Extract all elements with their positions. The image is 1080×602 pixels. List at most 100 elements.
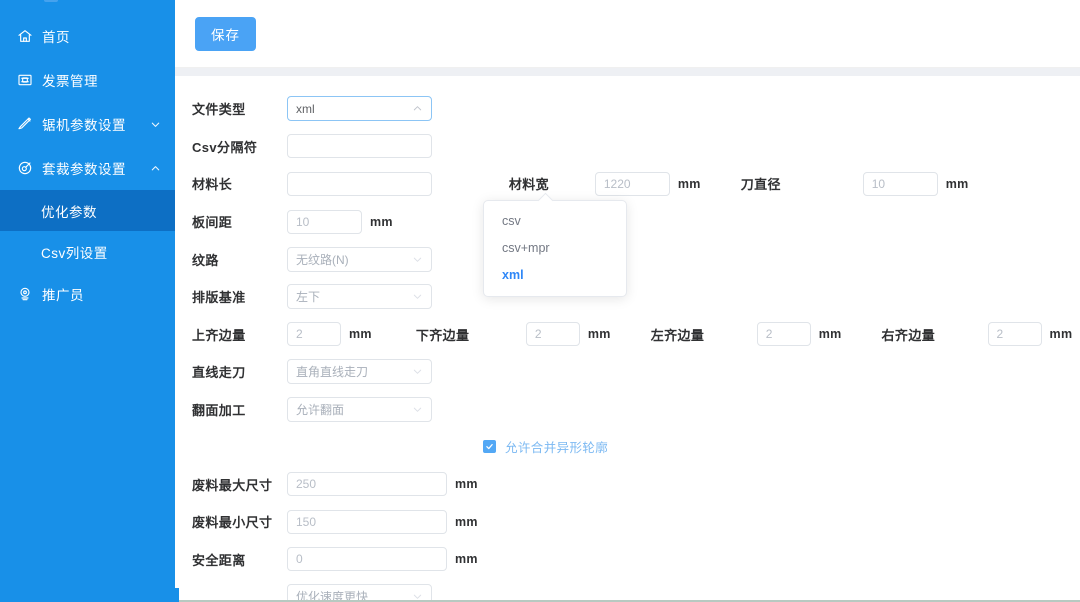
file-type-value: xml xyxy=(296,101,315,116)
file-type-dropdown-menu: csv csv+mpr xml xyxy=(483,200,627,297)
scrap-min-unit: mm xyxy=(455,514,478,529)
board-gap-input[interactable] xyxy=(287,209,362,234)
file-type-label: 文件类型 xyxy=(192,102,246,118)
margin-left-input[interactable] xyxy=(756,322,811,347)
dropdown-option-xml[interactable]: xml xyxy=(484,261,626,288)
scrap-max-input[interactable] xyxy=(287,472,447,497)
scrap-max-unit: mm xyxy=(455,477,478,492)
board-gap-unit: mm xyxy=(370,214,393,229)
chevron-down-icon xyxy=(149,118,161,130)
merge-contour-label[interactable]: 允许合并异形轮廓 xyxy=(505,437,608,456)
toolbar: 保存 xyxy=(175,0,1080,68)
margin-bottom-label: 下齐边量 xyxy=(415,327,470,343)
form-row-layout-datum: 排版基准 左下 xyxy=(175,278,1080,316)
form-row-optimize-mode: 优化速度更快 xyxy=(175,578,1080,602)
straight-cut-label: 直线走刀 xyxy=(192,365,246,381)
sidebar-subitem-label: Csv列设置 xyxy=(41,245,108,261)
sidebar-item-home[interactable]: 首页 xyxy=(0,14,175,58)
form-row-straight-cut: 直线走刀 直角直线走刀 xyxy=(175,353,1080,391)
csv-separator-input[interactable] xyxy=(287,134,432,159)
straight-cut-select[interactable]: 直角直线走刀 xyxy=(287,359,432,385)
invoice-icon xyxy=(16,72,33,89)
material-length-input[interactable] xyxy=(287,171,432,196)
form-row-margins: 上齐边量 mm 下齐边量 mm 左齐边量 mm 右齐边量 mm xyxy=(175,316,1080,354)
dropdown-option-csv-mpr[interactable]: csv+mpr xyxy=(484,234,626,261)
straight-cut-value: 直角直线走刀 xyxy=(296,365,369,380)
margin-bottom-input[interactable] xyxy=(525,322,580,347)
grain-label: 纹路 xyxy=(192,252,219,268)
safe-distance-unit: mm xyxy=(455,552,478,567)
sidebar-top-stub xyxy=(0,0,175,14)
sidebar-item-nesting-params[interactable]: 套裁参数设置 xyxy=(0,146,175,190)
merge-contour-checkbox[interactable] xyxy=(483,440,496,454)
form-row-material-dims: 材料长 mm 材料宽 mm 刀直径 mm xyxy=(175,165,1080,203)
form-row-grain: 纹路 无纹路(N) xyxy=(175,240,1080,278)
form-row-scrap-max: 废料最大尺寸 mm xyxy=(175,465,1080,503)
margin-top-label: 上齐边量 xyxy=(192,327,246,343)
material-width-input[interactable] xyxy=(594,171,670,196)
knife-diameter-input[interactable] xyxy=(862,171,938,196)
safe-distance-input[interactable] xyxy=(287,547,447,572)
csv-separator-label: Csv分隔符 xyxy=(192,139,258,155)
optimize-params-form: 文件类型 xml Csv分隔符 材料长 mm 材料宽 xyxy=(175,76,1080,602)
margin-top-unit: mm xyxy=(349,327,372,342)
layout-datum-value: 左下 xyxy=(296,290,321,305)
form-row-safe-distance: 安全距离 mm xyxy=(175,541,1080,579)
grain-select[interactable]: 无纹路(N) xyxy=(287,246,432,272)
form-row-board-gap: 板间距 mm xyxy=(175,203,1080,241)
sidebar-item-invoice[interactable]: 发票管理 xyxy=(0,58,175,102)
flip-process-select[interactable]: 允许翻面 xyxy=(287,397,432,423)
margin-right-label: 右齐边量 xyxy=(881,327,936,343)
safe-distance-label: 安全距离 xyxy=(192,552,246,568)
board-gap-label: 板间距 xyxy=(192,215,233,231)
layout-datum-label: 排版基准 xyxy=(192,290,246,306)
main-content: 保存 文件类型 xml Csv分隔符 材料长 材料宽 1220 mm 刀直径 1… xyxy=(175,0,1080,602)
sidebar-item-label: 发票管理 xyxy=(42,74,98,89)
margin-left-label: 左齐边量 xyxy=(650,327,705,343)
sidebar-subitem-csv-columns[interactable]: Csv列设置 xyxy=(0,231,175,272)
layout-datum-select[interactable]: 左下 xyxy=(287,284,432,310)
flip-process-label: 翻面加工 xyxy=(192,403,246,419)
sidebar-item-label: 锯机参数设置 xyxy=(42,118,126,133)
chevron-up-icon xyxy=(411,103,423,115)
home-icon xyxy=(16,28,33,45)
sidebar-item-promoter[interactable]: 推广员 xyxy=(0,272,175,316)
form-row-scrap-min: 废料最小尺寸 mm xyxy=(175,503,1080,541)
bottom-left-marker xyxy=(175,588,179,602)
sidebar-subitem-optimize-params[interactable]: 优化参数 xyxy=(0,190,175,231)
margin-bottom-unit: mm xyxy=(587,327,611,342)
chevron-down-icon xyxy=(411,253,423,265)
target-icon xyxy=(16,160,33,177)
form-row-csv-separator: Csv分隔符 xyxy=(175,128,1080,166)
app-root: 首页 发票管理 锯机参数设置 套裁参数设置 优化参数 Csv列设置 推广员 保存… xyxy=(0,0,1080,602)
sidebar-item-label: 推广员 xyxy=(42,288,84,303)
knife-diameter-label: 刀直径 xyxy=(740,177,781,193)
knife-diameter-unit: mm xyxy=(945,176,969,191)
form-row-merge-contour: 允许合并异形轮廓 xyxy=(175,428,1080,465)
grain-value: 无纹路(N) xyxy=(296,252,349,267)
form-row-file-type: 文件类型 xml xyxy=(175,90,1080,128)
chevron-up-icon xyxy=(149,162,161,174)
medal-icon xyxy=(16,286,33,303)
scrap-min-label: 废料最小尺寸 xyxy=(192,515,273,531)
scrap-min-input[interactable] xyxy=(287,509,447,534)
sidebar: 首页 发票管理 锯机参数设置 套裁参数设置 优化参数 Csv列设置 推广员 xyxy=(0,0,175,602)
material-width-label: 材料宽 xyxy=(508,177,550,193)
sidebar-partial-item xyxy=(44,0,58,2)
margin-right-input[interactable] xyxy=(987,322,1042,347)
sidebar-item-saw-params[interactable]: 锯机参数设置 xyxy=(0,102,175,146)
scrap-max-label: 废料最大尺寸 xyxy=(192,477,273,493)
save-button[interactable]: 保存 xyxy=(195,16,256,51)
sidebar-subitem-label: 优化参数 xyxy=(41,204,97,220)
margin-top-input[interactable] xyxy=(287,322,341,347)
material-width-unit: mm xyxy=(677,176,701,191)
pen-icon xyxy=(16,116,33,133)
form-row-flip-process: 翻面加工 允许翻面 xyxy=(175,391,1080,429)
chevron-down-icon xyxy=(411,291,423,303)
dropdown-option-csv[interactable]: csv xyxy=(484,207,626,234)
chevron-down-icon xyxy=(411,366,423,378)
sidebar-item-label: 套裁参数设置 xyxy=(42,162,126,177)
flip-process-value: 允许翻面 xyxy=(296,403,345,418)
file-type-select[interactable]: xml xyxy=(287,96,432,122)
sidebar-item-label: 首页 xyxy=(42,30,70,45)
